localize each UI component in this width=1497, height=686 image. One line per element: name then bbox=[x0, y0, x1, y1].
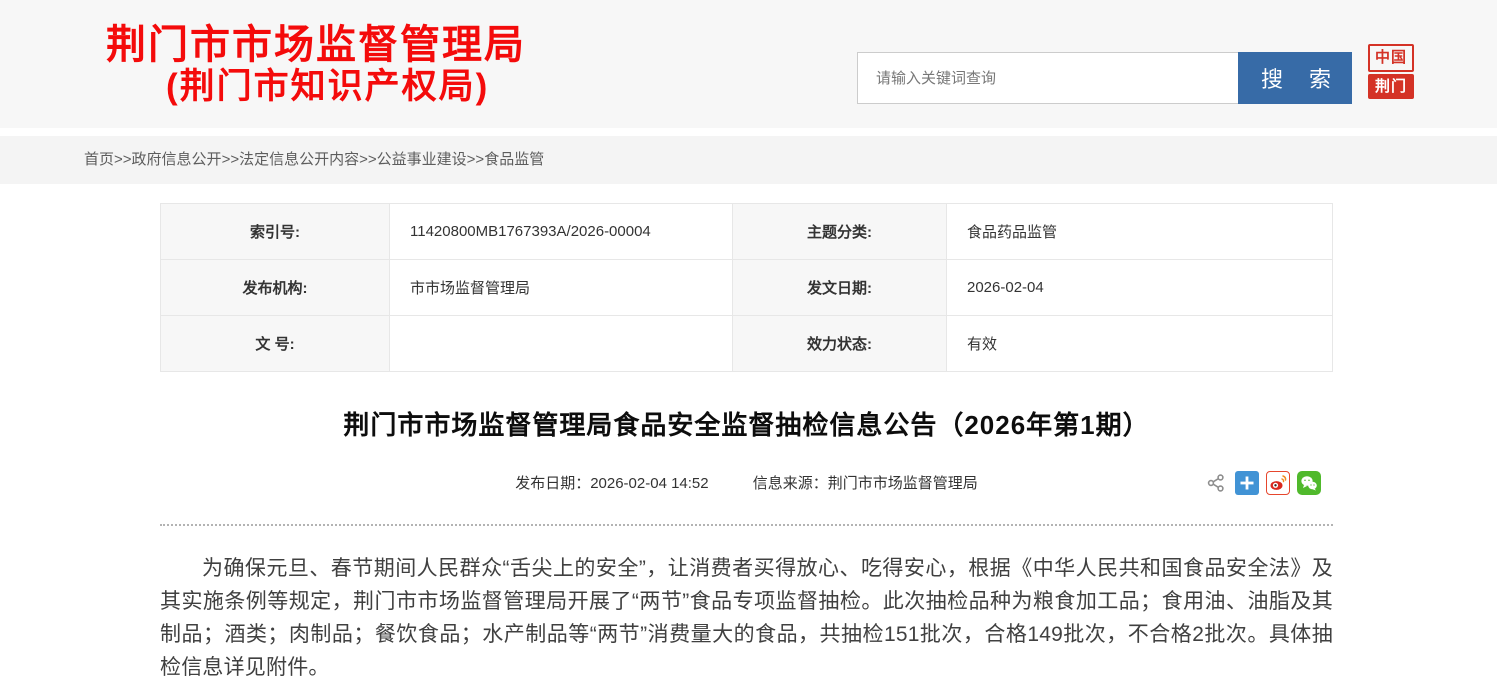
info-source: 信息来源：荆门市市场监督管理局 bbox=[753, 475, 978, 492]
document-number-label: 文 号: bbox=[161, 316, 390, 372]
breadcrumb-separator: >> bbox=[114, 151, 132, 168]
index-number-label: 索引号: bbox=[161, 204, 390, 260]
dotted-divider bbox=[160, 524, 1333, 526]
article-paragraph: 为确保元旦、春节期间人民群众“舌尖上的安全”，让消费者买得放心、吃得安心，根据《… bbox=[160, 552, 1333, 684]
table-row: 发布机构: 市市场监督管理局 发文日期: 2026-02-04 bbox=[161, 260, 1333, 316]
china-jingmen-seal-logo[interactable]: 中国 荆门 bbox=[1368, 44, 1414, 99]
validity-status-value: 有效 bbox=[947, 316, 1333, 372]
issue-date-value: 2026-02-04 bbox=[947, 260, 1333, 316]
breadcrumb-separator: >> bbox=[222, 151, 240, 168]
breadcrumb-separator: >> bbox=[467, 151, 485, 168]
issue-date-label: 发文日期: bbox=[733, 260, 947, 316]
document-meta-table: 索引号: 11420800MB1767393A/2026-00004 主题分类:… bbox=[160, 203, 1333, 372]
validity-status-label: 效力状态: bbox=[733, 316, 947, 372]
main-content: 索引号: 11420800MB1767393A/2026-00004 主题分类:… bbox=[160, 203, 1333, 684]
breadcrumb-item-food-supervision[interactable]: 食品监管 bbox=[484, 151, 544, 168]
publishing-agency-label: 发布机构: bbox=[161, 260, 390, 316]
breadcrumb-separator: >> bbox=[359, 151, 377, 168]
share-toolbar bbox=[1204, 471, 1321, 495]
search-bar: 搜 索 bbox=[857, 52, 1352, 104]
article-meta: 发布日期：2026-02-04 14:52 信息来源：荆门市市场监督管理局 bbox=[160, 471, 1333, 497]
breadcrumb-item-legal-info[interactable]: 法定信息公开内容 bbox=[239, 151, 359, 168]
publishing-agency-value: 市市场监督管理局 bbox=[390, 260, 733, 316]
page-title: 荆门市市场监督管理局食品安全监督抽检信息公告（2026年第1期） bbox=[160, 405, 1333, 442]
breadcrumb: 首页>>政府信息公开>>法定信息公开内容>>公益事业建设>>食品监管 bbox=[0, 136, 1497, 184]
logo-bottom-text: 荆门 bbox=[1368, 74, 1414, 100]
wechat-icon[interactable] bbox=[1297, 471, 1321, 495]
share-link-icon[interactable] bbox=[1204, 471, 1228, 495]
publish-date: 发布日期：2026-02-04 14:52 bbox=[515, 475, 708, 492]
share-plus-icon[interactable] bbox=[1235, 471, 1259, 495]
search-input[interactable] bbox=[857, 52, 1238, 104]
topic-category-label: 主题分类: bbox=[733, 204, 947, 260]
document-number-value bbox=[390, 316, 733, 372]
breadcrumb-item-home[interactable]: 首页 bbox=[84, 151, 114, 168]
topic-category-value: 食品药品监管 bbox=[947, 204, 1333, 260]
logo-top-text: 中国 bbox=[1368, 44, 1414, 72]
article-body: 为确保元旦、春节期间人民群众“舌尖上的安全”，让消费者买得放心、吃得安心，根据《… bbox=[160, 552, 1333, 684]
breadcrumb-item-public-welfare[interactable]: 公益事业建设 bbox=[377, 151, 467, 168]
table-row: 索引号: 11420800MB1767393A/2026-00004 主题分类:… bbox=[161, 204, 1333, 260]
search-button[interactable]: 搜 索 bbox=[1238, 52, 1352, 104]
table-row: 文 号: 效力状态: 有效 bbox=[161, 316, 1333, 372]
breadcrumb-item-gov-info[interactable]: 政府信息公开 bbox=[132, 151, 222, 168]
site-header: 荆门市市场监督管理局 (荆门市知识产权局) 搜 索 中国 荆门 bbox=[0, 0, 1497, 128]
weibo-icon[interactable] bbox=[1266, 471, 1290, 495]
index-number-value: 11420800MB1767393A/2026-00004 bbox=[390, 204, 733, 260]
